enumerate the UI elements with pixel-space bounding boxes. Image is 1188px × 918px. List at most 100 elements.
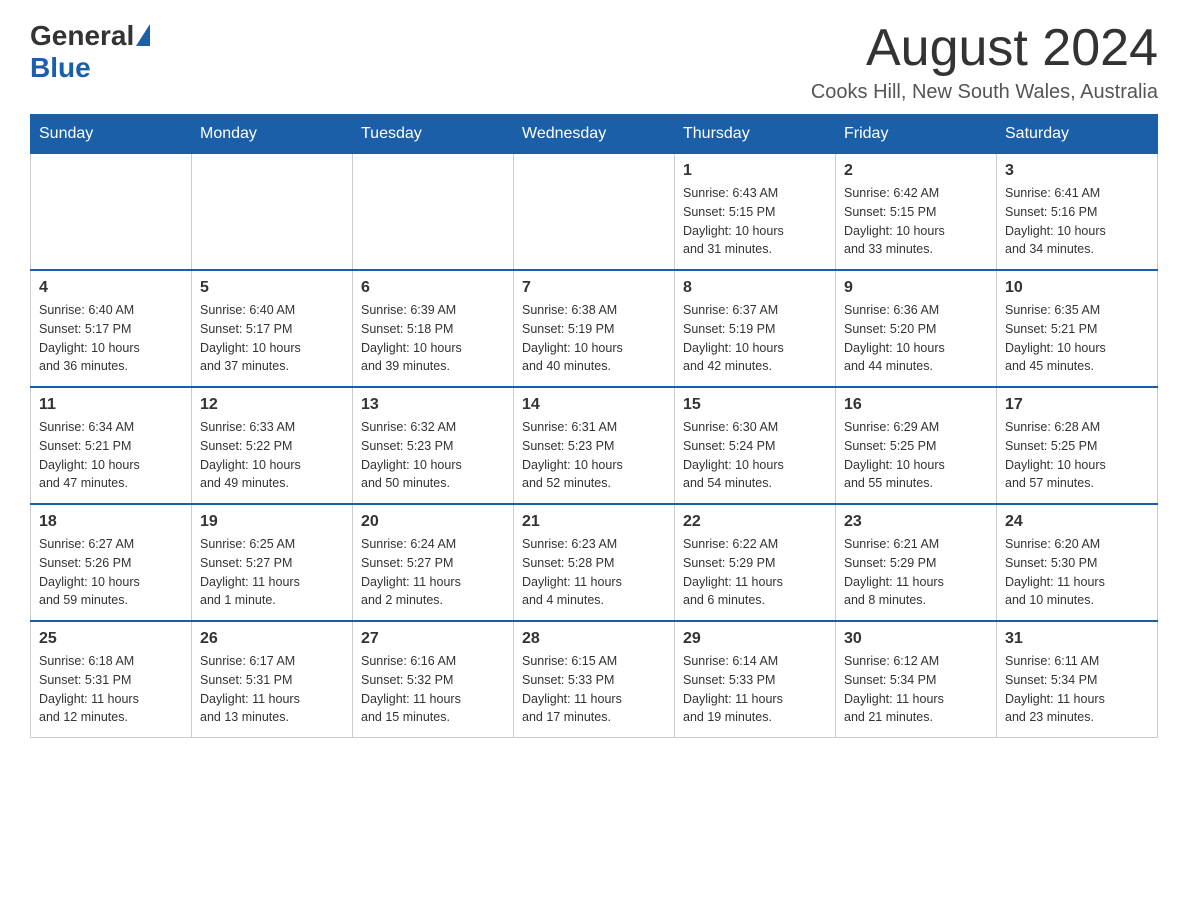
table-row: 8Sunrise: 6:37 AMSunset: 5:19 PMDaylight… — [675, 270, 836, 387]
sun-info: Sunrise: 6:43 AMSunset: 5:15 PMDaylight:… — [683, 186, 784, 256]
sun-info: Sunrise: 6:34 AMSunset: 5:21 PMDaylight:… — [39, 420, 140, 490]
day-number: 28 — [522, 630, 666, 648]
table-row: 19Sunrise: 6:25 AMSunset: 5:27 PMDayligh… — [192, 504, 353, 621]
table-row: 3 Sunrise: 6:41 AMSunset: 5:16 PMDaylight… — [997, 154, 1158, 271]
table-row: 13Sunrise: 6:32 AMSunset: 5:23 PMDayligh… — [353, 387, 514, 504]
table-row — [353, 154, 514, 271]
day-number: 16 — [844, 396, 988, 414]
table-row: 9 Sunrise: 6:36 AMSunset: 5:20 PMDaylight… — [836, 270, 997, 387]
sun-info: Sunrise: 6:27 AMSunset: 5:26 PMDaylight:… — [39, 537, 140, 607]
calendar-week-row: 4 Sunrise: 6:40 AMSunset: 5:17 PMDaylight… — [31, 270, 1158, 387]
day-number: 3 — [1005, 162, 1149, 180]
calendar-week-row: 18 Sunrise: 6:27 AMSunset: 5:26 PMDayligh… — [31, 504, 1158, 621]
sun-info: Sunrise: 6:11 AMSunset: 5:34 PMDaylight:… — [1005, 654, 1105, 724]
day-number: 22 — [683, 513, 827, 531]
table-row: 17 Sunrise: 6:28 AMSunset: 5:25 PMDayligh… — [997, 387, 1158, 504]
sun-info: Sunrise: 6:30 AMSunset: 5:24 PMDaylight:… — [683, 420, 784, 490]
col-thursday: Thursday — [675, 115, 836, 154]
day-number: 17 — [1005, 396, 1149, 414]
sun-info: Sunrise: 6:14 AMSunset: 5:33 PMDaylight:… — [683, 654, 783, 724]
table-row: 10Sunrise: 6:35 AMSunset: 5:21 PMDayligh… — [997, 270, 1158, 387]
day-number: 12 — [200, 396, 344, 414]
sun-info: Sunrise: 6:28 AMSunset: 5:25 PMDaylight:… — [1005, 420, 1106, 490]
day-number: 27 — [361, 630, 505, 648]
table-row: 28 Sunrise: 6:15 AMSunset: 5:33 PMDayligh… — [514, 621, 675, 738]
day-number: 25 — [39, 630, 183, 648]
table-row — [514, 154, 675, 271]
day-number: 23 — [844, 513, 988, 531]
table-row: 16 Sunrise: 6:29 AMSunset: 5:25 PMDayligh… — [836, 387, 997, 504]
day-number: 10 — [1005, 279, 1149, 297]
col-friday: Friday — [836, 115, 997, 154]
day-number: 4 — [39, 279, 183, 297]
day-number: 1 — [683, 162, 827, 180]
col-monday: Monday — [192, 115, 353, 154]
sun-info: Sunrise: 6:31 AMSunset: 5:23 PMDaylight:… — [522, 420, 623, 490]
calendar-week-row: 25Sunrise: 6:18 AMSunset: 5:31 PMDayligh… — [31, 621, 1158, 738]
day-number: 5 — [200, 279, 344, 297]
day-number: 2 — [844, 162, 988, 180]
table-row — [192, 154, 353, 271]
logo-general: General — [30, 20, 134, 52]
sun-info: Sunrise: 6:15 AMSunset: 5:33 PMDaylight:… — [522, 654, 622, 724]
col-sunday: Sunday — [31, 115, 192, 154]
day-number: 24 — [1005, 513, 1149, 531]
sun-info: Sunrise: 6:21 AMSunset: 5:29 PMDaylight:… — [844, 537, 944, 607]
table-row: 20Sunrise: 6:24 AMSunset: 5:27 PMDayligh… — [353, 504, 514, 621]
month-title: August 2024 — [811, 20, 1158, 77]
sun-info: Sunrise: 6:38 AMSunset: 5:19 PMDaylight:… — [522, 303, 623, 373]
table-row: 15 Sunrise: 6:30 AMSunset: 5:24 PMDayligh… — [675, 387, 836, 504]
table-row: 27 Sunrise: 6:16 AMSunset: 5:32 PMDayligh… — [353, 621, 514, 738]
col-saturday: Saturday — [997, 115, 1158, 154]
table-row: 12 Sunrise: 6:33 AMSunset: 5:22 PMDayligh… — [192, 387, 353, 504]
table-row: 7Sunrise: 6:38 AMSunset: 5:19 PMDaylight… — [514, 270, 675, 387]
day-number: 11 — [39, 396, 183, 414]
day-number: 13 — [361, 396, 505, 414]
page-header: General Blue August 2024 Cooks Hill, New… — [30, 20, 1158, 104]
table-row: 6Sunrise: 6:39 AMSunset: 5:18 PMDaylight… — [353, 270, 514, 387]
sun-info: Sunrise: 6:33 AMSunset: 5:22 PMDaylight:… — [200, 420, 301, 490]
table-row: 21 Sunrise: 6:23 AMSunset: 5:28 PMDayligh… — [514, 504, 675, 621]
calendar-week-row: 1 Sunrise: 6:43 AMSunset: 5:15 PMDaylight… — [31, 154, 1158, 271]
col-wednesday: Wednesday — [514, 115, 675, 154]
day-number: 14 — [522, 396, 666, 414]
day-number: 30 — [844, 630, 988, 648]
title-block: August 2024 Cooks Hill, New South Wales,… — [811, 20, 1158, 104]
day-number: 15 — [683, 396, 827, 414]
calendar-table: Sunday Monday Tuesday Wednesday Thursday… — [30, 114, 1158, 738]
table-row: 24 Sunrise: 6:20 AMSunset: 5:30 PMDayligh… — [997, 504, 1158, 621]
sun-info: Sunrise: 6:12 AMSunset: 5:34 PMDaylight:… — [844, 654, 944, 724]
day-number: 9 — [844, 279, 988, 297]
location-title: Cooks Hill, New South Wales, Australia — [811, 81, 1158, 104]
sun-info: Sunrise: 6:42 AMSunset: 5:15 PMDaylight:… — [844, 186, 945, 256]
sun-info: Sunrise: 6:40 AMSunset: 5:17 PMDaylight:… — [39, 303, 140, 373]
table-row: 30 Sunrise: 6:12 AMSunset: 5:34 PMDayligh… — [836, 621, 997, 738]
sun-info: Sunrise: 6:29 AMSunset: 5:25 PMDaylight:… — [844, 420, 945, 490]
day-number: 21 — [522, 513, 666, 531]
sun-info: Sunrise: 6:41 AMSunset: 5:16 PMDaylight:… — [1005, 186, 1106, 256]
table-row: 22 Sunrise: 6:22 AMSunset: 5:29 PMDayligh… — [675, 504, 836, 621]
calendar-header-row: Sunday Monday Tuesday Wednesday Thursday… — [31, 115, 1158, 154]
sun-info: Sunrise: 6:20 AMSunset: 5:30 PMDaylight:… — [1005, 537, 1105, 607]
table-row: 4 Sunrise: 6:40 AMSunset: 5:17 PMDaylight… — [31, 270, 192, 387]
table-row: 2 Sunrise: 6:42 AMSunset: 5:15 PMDaylight… — [836, 154, 997, 271]
table-row — [31, 154, 192, 271]
table-row: 11 Sunrise: 6:34 AMSunset: 5:21 PMDayligh… — [31, 387, 192, 504]
day-number: 26 — [200, 630, 344, 648]
table-row: 25Sunrise: 6:18 AMSunset: 5:31 PMDayligh… — [31, 621, 192, 738]
sun-info: Sunrise: 6:22 AMSunset: 5:29 PMDaylight:… — [683, 537, 783, 607]
table-row: 31Sunrise: 6:11 AMSunset: 5:34 PMDayligh… — [997, 621, 1158, 738]
logo: General Blue — [30, 20, 150, 84]
day-number: 18 — [39, 513, 183, 531]
table-row: 5Sunrise: 6:40 AMSunset: 5:17 PMDaylight… — [192, 270, 353, 387]
table-row: 18 Sunrise: 6:27 AMSunset: 5:26 PMDayligh… — [31, 504, 192, 621]
sun-info: Sunrise: 6:16 AMSunset: 5:32 PMDaylight:… — [361, 654, 461, 724]
table-row: 26Sunrise: 6:17 AMSunset: 5:31 PMDayligh… — [192, 621, 353, 738]
sun-info: Sunrise: 6:25 AMSunset: 5:27 PMDaylight:… — [200, 537, 300, 607]
table-row: 29Sunrise: 6:14 AMSunset: 5:33 PMDayligh… — [675, 621, 836, 738]
sun-info: Sunrise: 6:23 AMSunset: 5:28 PMDaylight:… — [522, 537, 622, 607]
sun-info: Sunrise: 6:36 AMSunset: 5:20 PMDaylight:… — [844, 303, 945, 373]
table-row: 23 Sunrise: 6:21 AMSunset: 5:29 PMDayligh… — [836, 504, 997, 621]
col-tuesday: Tuesday — [353, 115, 514, 154]
day-number: 20 — [361, 513, 505, 531]
